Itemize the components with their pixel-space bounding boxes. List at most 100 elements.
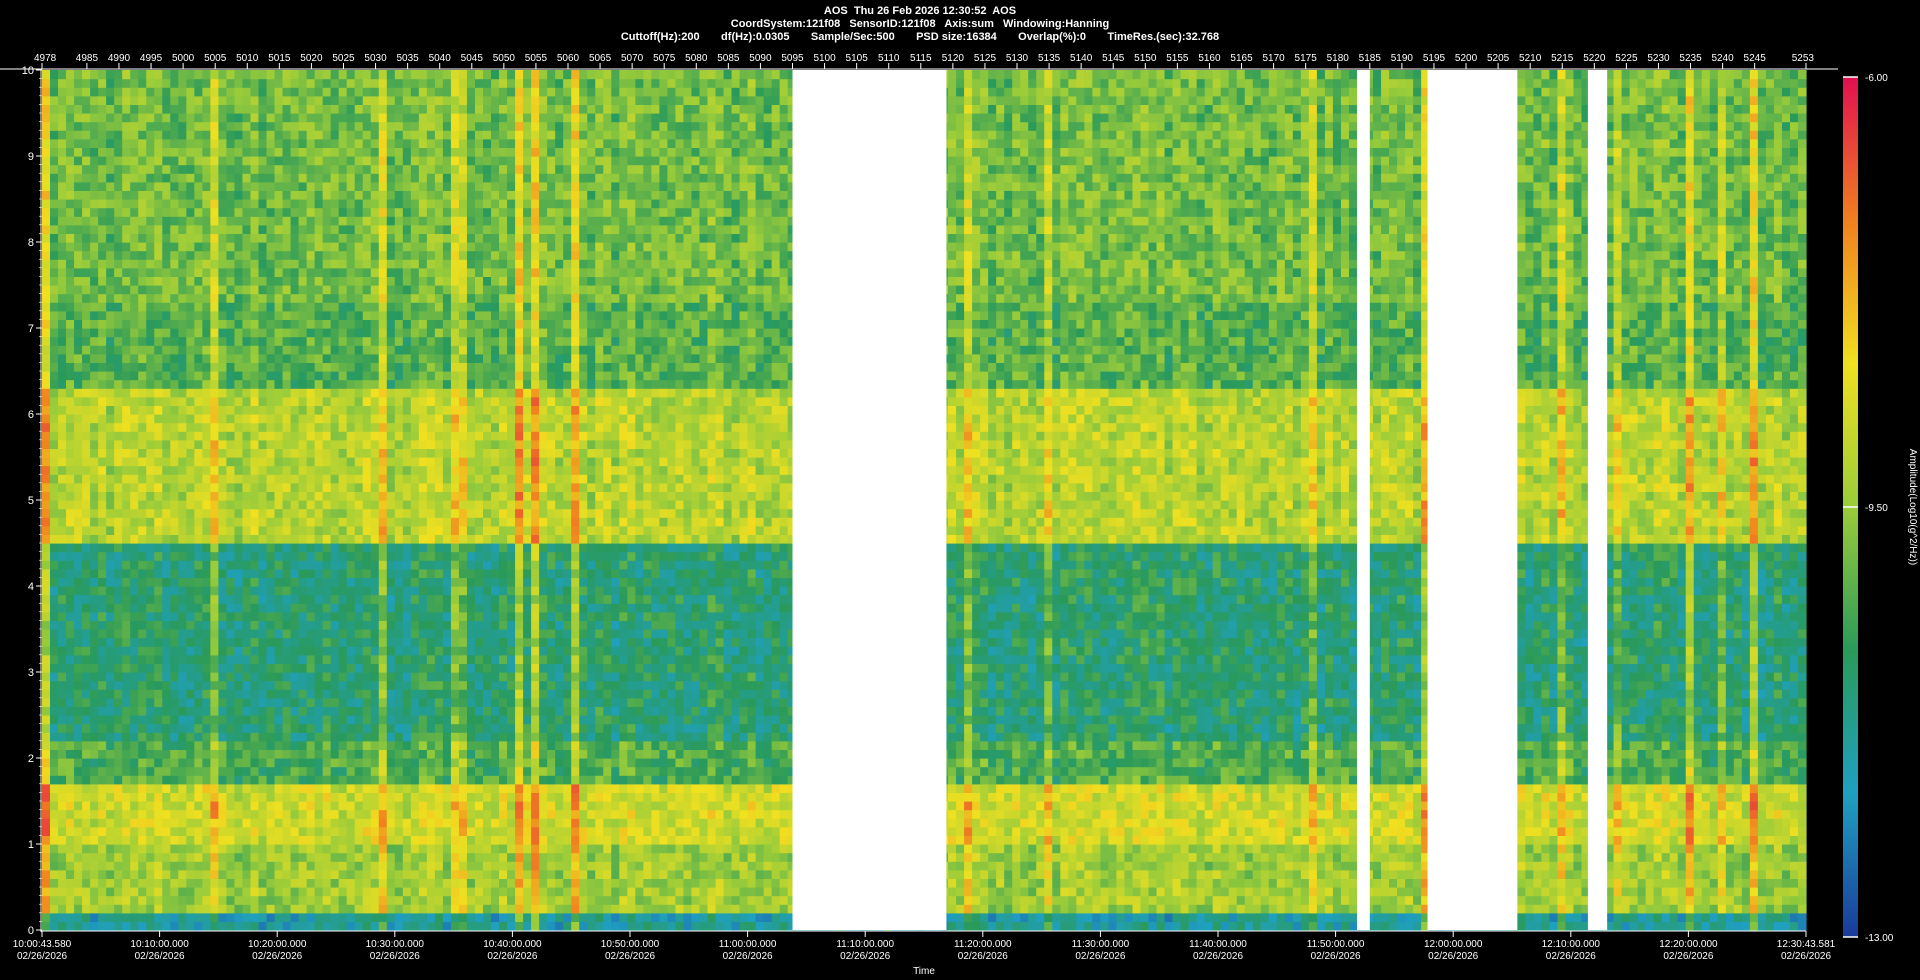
- heatmap-cell: [378, 431, 388, 441]
- heatmap-cell: [378, 869, 388, 879]
- heatmap-cell: [386, 517, 396, 527]
- heatmap-cell: [434, 199, 444, 209]
- heatmap-cell: [226, 362, 236, 372]
- heatmap-cell: [370, 818, 380, 828]
- heatmap-cell: [82, 405, 91, 415]
- heatmap-cell: [322, 525, 332, 535]
- heatmap-cell: [386, 216, 396, 226]
- heatmap-cell: [178, 921, 187, 931]
- heatmap-cell: [290, 861, 300, 871]
- heatmap-cell: [210, 818, 219, 828]
- heatmap-cell: [346, 672, 356, 682]
- heatmap-cell: [98, 534, 107, 544]
- heatmap-cell: [386, 534, 396, 544]
- heatmap-cell: [346, 629, 356, 639]
- heatmap-cell: [402, 758, 412, 768]
- heatmap-cell: [394, 345, 404, 355]
- heatmap-cell: [330, 121, 340, 131]
- heatmap-cell: [298, 319, 308, 329]
- heatmap-cell: [290, 224, 300, 234]
- heatmap-cell: [266, 491, 276, 501]
- heatmap-cell: [138, 887, 147, 897]
- heatmap-cell: [330, 620, 340, 630]
- heatmap-cell: [258, 646, 268, 656]
- heatmap-cell: [114, 388, 123, 398]
- heatmap-cell: [106, 250, 115, 260]
- heatmap-cell: [274, 844, 284, 854]
- heatmap-cell: [274, 517, 284, 527]
- heatmap-cell: [306, 517, 316, 527]
- heatmap-cell: [370, 912, 380, 922]
- heatmap-cell: [218, 912, 228, 922]
- heatmap-cell: [178, 637, 187, 647]
- heatmap-cell: [66, 181, 75, 191]
- heatmap-cell: [114, 465, 123, 475]
- heatmap-cell: [42, 216, 51, 226]
- heatmap-cell: [162, 482, 171, 492]
- heatmap-cell: [266, 130, 276, 140]
- heatmap-cell: [322, 904, 332, 914]
- heatmap-cell: [50, 577, 59, 587]
- heatmap-cell: [290, 345, 300, 355]
- heatmap-cell: [386, 525, 396, 535]
- heatmap-cell: [426, 740, 436, 750]
- heatmap-cell: [314, 396, 324, 406]
- heatmap-cell: [242, 852, 252, 862]
- heatmap-cell: [82, 749, 91, 759]
- heatmap-cell: [154, 138, 163, 148]
- heatmap-cell: [426, 465, 436, 475]
- heatmap-cell: [122, 912, 131, 922]
- heatmap-cell: [162, 156, 171, 166]
- heatmap-cell: [186, 199, 195, 209]
- heatmap-cell: [194, 87, 203, 97]
- heatmap-cell: [218, 732, 228, 742]
- heatmap-cell: [386, 422, 396, 432]
- heatmap-cell: [106, 353, 115, 363]
- heatmap-cell: [394, 861, 404, 871]
- heatmap-cell: [298, 749, 308, 759]
- heatmap-cell: [298, 302, 308, 312]
- heatmap-cell: [234, 500, 244, 510]
- heatmap-cell: [394, 611, 404, 621]
- heatmap-cell: [234, 336, 244, 346]
- heatmap-cell: [202, 818, 211, 828]
- heatmap-cell: [202, 534, 211, 544]
- heatmap-cell: [226, 379, 236, 389]
- heatmap-cell: [258, 689, 268, 699]
- heatmap-cell: [250, 706, 260, 716]
- heatmap-cell: [194, 491, 203, 501]
- heatmap-cell: [42, 818, 51, 828]
- heatmap-cell: [178, 173, 187, 183]
- heatmap-cell: [106, 543, 115, 553]
- heatmap-cell: [290, 78, 300, 88]
- heatmap-cell: [402, 586, 412, 596]
- heatmap-cell: [98, 543, 107, 553]
- heatmap-cell: [354, 620, 364, 630]
- heatmap-cell: [154, 611, 163, 621]
- heatmap-cell: [314, 302, 324, 312]
- heatmap-cell: [306, 740, 316, 750]
- heatmap-cell: [98, 113, 107, 123]
- heatmap-cell: [98, 147, 107, 157]
- heatmap-cell: [346, 654, 356, 664]
- heatmap-cell: [82, 207, 91, 217]
- heatmap-cell: [74, 491, 83, 501]
- heatmap-cell: [418, 173, 428, 183]
- heatmap-cell: [378, 199, 388, 209]
- heatmap-cell: [186, 766, 195, 776]
- heatmap-cell: [274, 586, 284, 596]
- heatmap-cell: [354, 732, 364, 742]
- heatmap-cell: [122, 887, 131, 897]
- heatmap-cell: [226, 620, 236, 630]
- heatmap-cell: [138, 646, 147, 656]
- heatmap-cell: [402, 216, 412, 226]
- heatmap-cell: [194, 732, 203, 742]
- heatmap-cell: [234, 353, 244, 363]
- heatmap-cell: [378, 517, 388, 527]
- heatmap-cell: [362, 835, 372, 845]
- heatmap-cell: [66, 302, 75, 312]
- heatmap-cell: [338, 138, 348, 148]
- heatmap-cell: [82, 353, 91, 363]
- heatmap-cell: [170, 310, 179, 320]
- heatmap-cell: [314, 534, 324, 544]
